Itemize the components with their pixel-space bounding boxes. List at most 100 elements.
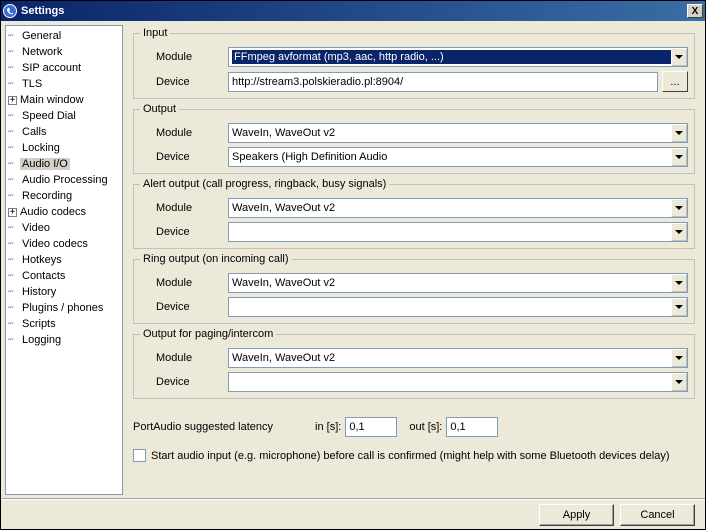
chevron-down-icon[interactable] — [671, 48, 687, 66]
start-audio-label: Start audio input (e.g. microphone) befo… — [151, 450, 669, 462]
latency-out-field[interactable]: 0,1 — [446, 417, 498, 437]
output-module-label: Module — [140, 127, 228, 139]
tree-leaf-icon: ⋯ — [8, 223, 19, 234]
input-legend: Input — [140, 27, 170, 39]
alert-device-combo[interactable] — [228, 222, 688, 242]
tree-leaf-icon: ⋯ — [8, 143, 19, 154]
output-legend: Output — [140, 103, 179, 115]
tree-item[interactable]: ⋯History — [6, 284, 122, 300]
start-audio-checkbox[interactable] — [133, 449, 146, 462]
tree-item[interactable]: ⋯Video — [6, 220, 122, 236]
paging-device-combo[interactable] — [228, 372, 688, 392]
tree-item-label[interactable]: Recording — [20, 190, 74, 202]
tree-leaf-icon: ⋯ — [8, 47, 19, 58]
tree-item-label[interactable]: History — [20, 286, 58, 298]
tree-leaf-icon: ⋯ — [8, 111, 19, 122]
ring-module-combo[interactable]: WaveIn, WaveOut v2 — [228, 273, 688, 293]
alert-legend: Alert output (call progress, ringback, b… — [140, 178, 389, 190]
close-button[interactable]: X — [687, 4, 703, 18]
chevron-down-icon[interactable] — [671, 199, 687, 217]
tree-item[interactable]: ⋯Calls — [6, 124, 122, 140]
input-device-field[interactable]: http://stream3.polskieradio.pl:8904/ — [228, 72, 658, 92]
start-audio-row: Start audio input (e.g. microphone) befo… — [133, 449, 695, 462]
ring-device-label: Device — [140, 301, 228, 313]
output-module-combo[interactable]: WaveIn, WaveOut v2 — [228, 123, 688, 143]
tree-item-label[interactable]: Network — [20, 46, 64, 58]
tree-item-label[interactable]: SIP account — [20, 62, 83, 74]
cancel-button[interactable]: Cancel — [620, 504, 695, 526]
tree-item[interactable]: ⋯Contacts — [6, 268, 122, 284]
tree-item[interactable]: ⋯Audio I/O — [6, 156, 122, 172]
tree-item[interactable]: ⋯Hotkeys — [6, 252, 122, 268]
paging-legend: Output for paging/intercom — [140, 328, 276, 340]
tree-item[interactable]: ⋯TLS — [6, 76, 122, 92]
tree-item[interactable]: +Audio codecs — [6, 204, 122, 220]
chevron-down-icon[interactable] — [671, 298, 687, 316]
tree-item[interactable]: ⋯Video codecs — [6, 236, 122, 252]
chevron-down-icon[interactable] — [671, 223, 687, 241]
tree-item-label[interactable]: Plugins / phones — [20, 302, 105, 314]
ring-device-combo[interactable] — [228, 297, 688, 317]
tree-item[interactable]: ⋯Network — [6, 44, 122, 60]
tree-item[interactable]: ⋯Plugins / phones — [6, 300, 122, 316]
chevron-down-icon[interactable] — [671, 349, 687, 367]
tree-item-label[interactable]: TLS — [20, 78, 44, 90]
tree-item-label[interactable]: Contacts — [20, 270, 67, 282]
output-device-combo[interactable]: Speakers (High Definition Audio — [228, 147, 688, 167]
input-module-label: Module — [140, 51, 228, 63]
expand-icon[interactable]: + — [8, 208, 17, 217]
tree-item-label[interactable]: Scripts — [20, 318, 58, 330]
tree-item-label[interactable]: Logging — [20, 334, 63, 346]
settings-panel: Input Module FFmpeg avformat (mp3, aac, … — [125, 21, 705, 499]
paging-device-label: Device — [140, 376, 228, 388]
tree-item[interactable]: ⋯Locking — [6, 140, 122, 156]
chevron-down-icon[interactable] — [671, 274, 687, 292]
tree-item-label[interactable]: Audio Processing — [20, 174, 110, 186]
app-icon — [3, 4, 17, 18]
tree-item-label[interactable]: Calls — [20, 126, 48, 138]
tree-item[interactable]: ⋯Logging — [6, 332, 122, 348]
ellipsis-icon: ... — [670, 76, 679, 88]
tree-item-label[interactable]: Locking — [20, 142, 62, 154]
latency-label: PortAudio suggested latency — [133, 421, 273, 433]
tree-item-label[interactable]: Main window — [18, 94, 86, 106]
tree-item-label[interactable]: Video codecs — [20, 238, 90, 250]
input-module-value: FFmpeg avformat (mp3, aac, http radio, .… — [232, 50, 671, 64]
output-module-value: WaveIn, WaveOut v2 — [232, 127, 671, 139]
tree-item-label[interactable]: General — [20, 30, 63, 42]
tree-item-label[interactable]: Video — [20, 222, 52, 234]
settings-tree[interactable]: ⋯General⋯Network⋯SIP account⋯TLS+Main wi… — [5, 25, 123, 495]
ring-legend: Ring output (on incoming call) — [140, 253, 292, 265]
paging-module-value: WaveIn, WaveOut v2 — [232, 352, 671, 364]
paging-output-group: Output for paging/intercom Module WaveIn… — [133, 328, 695, 399]
tree-item[interactable]: ⋯Recording — [6, 188, 122, 204]
chevron-down-icon[interactable] — [671, 124, 687, 142]
tree-item[interactable]: ⋯Speed Dial — [6, 108, 122, 124]
tree-item[interactable]: ⋯SIP account — [6, 60, 122, 76]
apply-button[interactable]: Apply — [539, 504, 614, 526]
expand-icon[interactable]: + — [8, 96, 17, 105]
tree-item[interactable]: ⋯Audio Processing — [6, 172, 122, 188]
input-device-label: Device — [140, 76, 228, 88]
tree-leaf-icon: ⋯ — [8, 191, 19, 202]
tree-item-label[interactable]: Audio codecs — [18, 206, 88, 218]
tree-leaf-icon: ⋯ — [8, 63, 19, 74]
tree-leaf-icon: ⋯ — [8, 303, 19, 314]
tree-item-label[interactable]: Hotkeys — [20, 254, 64, 266]
latency-in-field[interactable]: 0,1 — [345, 417, 397, 437]
tree-leaf-icon: ⋯ — [8, 287, 19, 298]
tree-item-label[interactable]: Speed Dial — [20, 110, 78, 122]
paging-module-combo[interactable]: WaveIn, WaveOut v2 — [228, 348, 688, 368]
input-module-combo[interactable]: FFmpeg avformat (mp3, aac, http radio, .… — [228, 47, 688, 67]
chevron-down-icon[interactable] — [671, 148, 687, 166]
tree-item[interactable]: ⋯Scripts — [6, 316, 122, 332]
alert-module-combo[interactable]: WaveIn, WaveOut v2 — [228, 198, 688, 218]
tree-item[interactable]: ⋯General — [6, 28, 122, 44]
tree-leaf-icon: ⋯ — [8, 319, 19, 330]
tree-leaf-icon: ⋯ — [8, 79, 19, 90]
tree-item[interactable]: +Main window — [6, 92, 122, 108]
paging-module-label: Module — [140, 352, 228, 364]
input-device-browse-button[interactable]: ... — [662, 71, 688, 92]
tree-item-label[interactable]: Audio I/O — [20, 158, 70, 170]
chevron-down-icon[interactable] — [671, 373, 687, 391]
